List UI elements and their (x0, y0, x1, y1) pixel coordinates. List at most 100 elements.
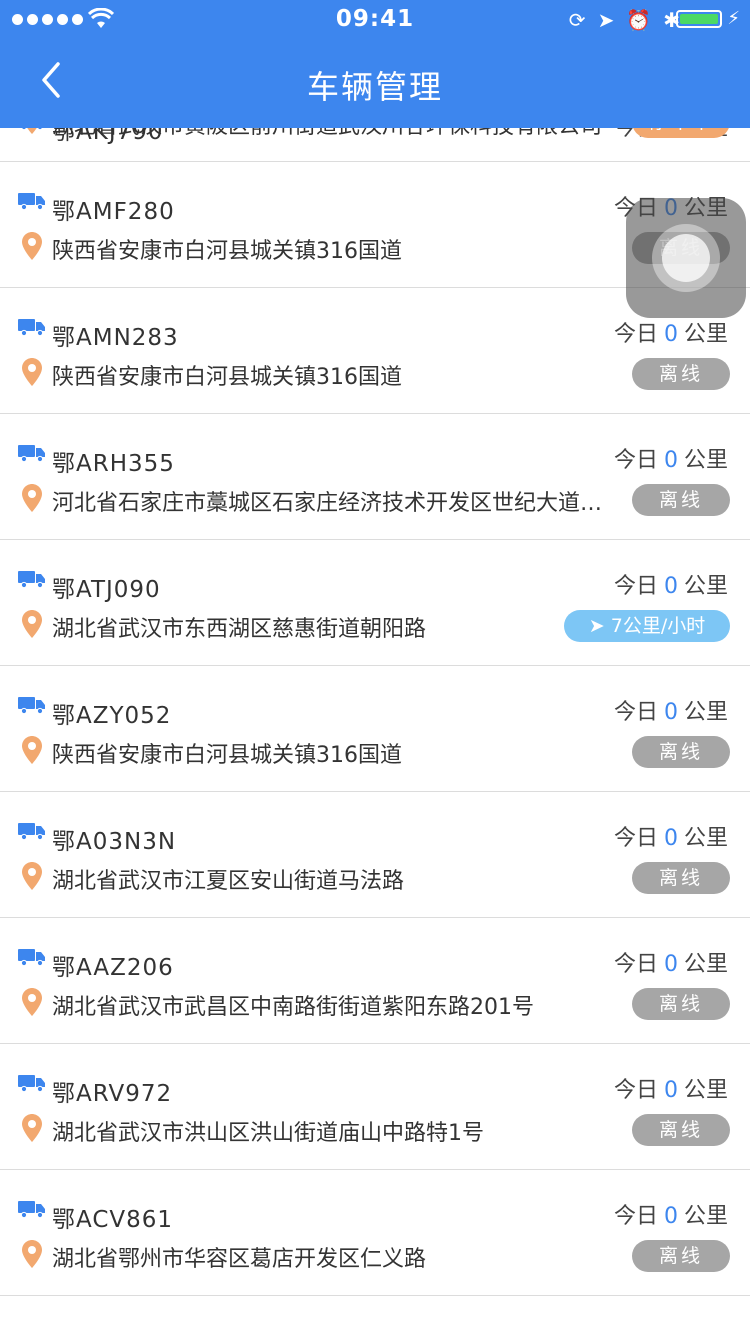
today-label: 今日 (613, 448, 658, 473)
navigation-arrow-icon: ➤ (588, 615, 611, 637)
page-title: 车辆管理 (306, 68, 443, 106)
today-label: 今日 (613, 1204, 658, 1229)
status-text: 离线 (658, 1245, 703, 1267)
today-distance: 今日0公里 (614, 568, 728, 600)
location-pin-icon (22, 862, 42, 890)
alarm-icon: ⏰ (626, 8, 652, 32)
vehicle-address: 陕西省安康市白河县城关镇316国道 (52, 743, 402, 768)
vehicle-row[interactable]: 鄂AZY052 今日 0 公里 陕西省安康市白河县城关镇316国道 离线 (0, 666, 750, 792)
truck-icon (18, 949, 45, 966)
distance-unit: 公里 (683, 826, 728, 851)
location-pin-icon (22, 358, 42, 386)
navigation-bar: 车辆管理 (0, 40, 750, 128)
distance-unit: 公里 (683, 952, 728, 977)
rotation-lock-icon: ⟳ (568, 8, 586, 32)
plate-number: 鄂AMF280 (52, 199, 175, 225)
location-pin-icon (22, 1240, 42, 1268)
vehicle-row[interactable]: 鄂AAZ206 今日 0 公里 湖北省武汉市武昌区中南路街街道紫阳东路201号 离线 (0, 918, 750, 1044)
distance-unit: 公里 (683, 700, 728, 725)
truck-icon (18, 823, 45, 840)
distance-unit: 公里 (683, 322, 728, 347)
distance-unit: 公里 (683, 1078, 728, 1103)
today-distance: 今日0公里 (614, 1072, 728, 1104)
distance-value: 0 (663, 574, 678, 599)
today-label: 今日 (613, 574, 658, 599)
location-pin-icon (22, 1114, 42, 1142)
today-label: 今日 (613, 700, 658, 725)
status-text: 离线 (658, 993, 703, 1015)
today-distance: 今日0公里 (614, 946, 728, 978)
assistive-touch-button[interactable] (626, 198, 746, 318)
plate-number: 鄂ARH355 (52, 451, 175, 477)
today-label: 今日 (613, 952, 658, 977)
plate-number: 鄂ARV972 (52, 1081, 173, 1107)
location-pin-icon (22, 484, 42, 512)
status-text: 离线 (658, 489, 703, 511)
location-arrow-icon: ➤ (597, 8, 615, 32)
vehicle-address: 湖北省武汉市武昌区中南路街街道紫阳东路201号 (52, 995, 534, 1020)
distance-value: 0 (663, 826, 678, 851)
status-text: 7公里/小时 (610, 615, 706, 637)
vehicle-row[interactable]: 鄂A03N3N 今日 0 公里 湖北省武汉市江夏区安山街道马法路 离线 (0, 792, 750, 918)
status-badge: 离线 (632, 736, 730, 768)
vehicle-address: 湖北省武汉市江夏区安山街道马法路 (52, 869, 405, 894)
status-text: 离线 (658, 1119, 703, 1141)
distance-value: 0 (663, 448, 678, 473)
distance-unit: 公里 (683, 448, 728, 473)
vehicle-row[interactable]: 鄂ACV861 今日 0 公里 湖北省鄂州市华容区葛店开发区仁义路 离线 (0, 1170, 750, 1296)
today-label: 今日 (613, 826, 658, 851)
status-badge: 离线 (632, 862, 730, 894)
today-label: 今日 (613, 1078, 658, 1103)
battery-icon (676, 10, 722, 28)
distance-value: 0 (663, 952, 678, 977)
status-badge: ➤ 7公里/小时 (564, 610, 730, 642)
truck-icon (18, 319, 45, 336)
today-distance: 今日0公里 (614, 316, 728, 348)
truck-icon (18, 1075, 45, 1092)
status-text: 离线 (658, 867, 703, 889)
truck-icon (18, 571, 45, 588)
status-text: 离线 (658, 363, 703, 385)
plate-number: 鄂A03N3N (52, 829, 177, 855)
today-distance: 今日0公里 (614, 442, 728, 474)
status-badge: 离线 (632, 1114, 730, 1146)
today-label: 今日 (613, 322, 658, 347)
vehicle-row[interactable]: 鄂ATJ090 今日 0 公里 湖北省武汉市东西湖区慈惠街道朝阳路 ➤ 7公里/小时 (0, 540, 750, 666)
distance-value: 0 (663, 700, 678, 725)
vehicle-row[interactable]: 鄂ARV972 今日 0 公里 湖北省武汉市洪山区洪山街道庙山中路特1号 离线 (0, 1044, 750, 1170)
truck-icon (18, 445, 45, 462)
status-badge: 离线 (632, 484, 730, 516)
today-distance: 今日0公里 (614, 1198, 728, 1230)
distance-value: 0 (663, 322, 678, 347)
vehicle-address: 河北省石家庄市藁城区石家庄经济技术开发区世纪大道… (52, 491, 603, 516)
vehicle-address: 湖北省武汉市东西湖区慈惠街道朝阳路 (52, 617, 427, 642)
location-pin-icon (22, 232, 42, 260)
location-pin-icon (22, 988, 42, 1016)
truck-icon (18, 1201, 45, 1218)
status-text: 离线 (658, 741, 703, 763)
truck-icon (18, 193, 45, 210)
distance-value: 0 (663, 1204, 678, 1229)
plate-number: 鄂ATJ090 (52, 577, 161, 603)
today-distance: 今日0公里 (614, 820, 728, 852)
charging-icon: ⚡ (727, 8, 740, 29)
today-distance: 今日0公里 (614, 694, 728, 726)
location-pin-icon (22, 736, 42, 764)
distance-unit: 公里 (683, 1204, 728, 1229)
status-badge: 离线 (632, 1240, 730, 1272)
vehicle-address: 陕西省安康市白河县城关镇316国道 (52, 365, 402, 390)
vehicle-address: 湖北省鄂州市华容区葛店开发区仁义路 (52, 1247, 427, 1272)
vehicle-address: 湖北省武汉市洪山区洪山街道庙山中路特1号 (52, 1121, 484, 1146)
distance-value: 0 (663, 1078, 678, 1103)
plate-number: 鄂AZY052 (52, 703, 172, 729)
plate-number: 鄂ACV861 (52, 1207, 174, 1233)
vehicle-row[interactable]: 鄂ARH355 今日 0 公里 河北省石家庄市藁城区石家庄经济技术开发区世纪大道… … (0, 414, 750, 540)
plate-number: 鄂AMN283 (52, 325, 179, 351)
top-bar: 09:41 ⟳ ➤ ⏰ ✱ ⚡ 车辆管理 (0, 0, 750, 128)
location-pin-icon (22, 610, 42, 638)
status-badge: 离线 (632, 988, 730, 1020)
status-badge: 离线 (632, 358, 730, 390)
plate-number: 鄂AAZ206 (52, 955, 174, 981)
vehicle-address: 陕西省安康市白河县城关镇316国道 (52, 239, 402, 264)
status-bar: 09:41 ⟳ ➤ ⏰ ✱ ⚡ (0, 0, 750, 40)
